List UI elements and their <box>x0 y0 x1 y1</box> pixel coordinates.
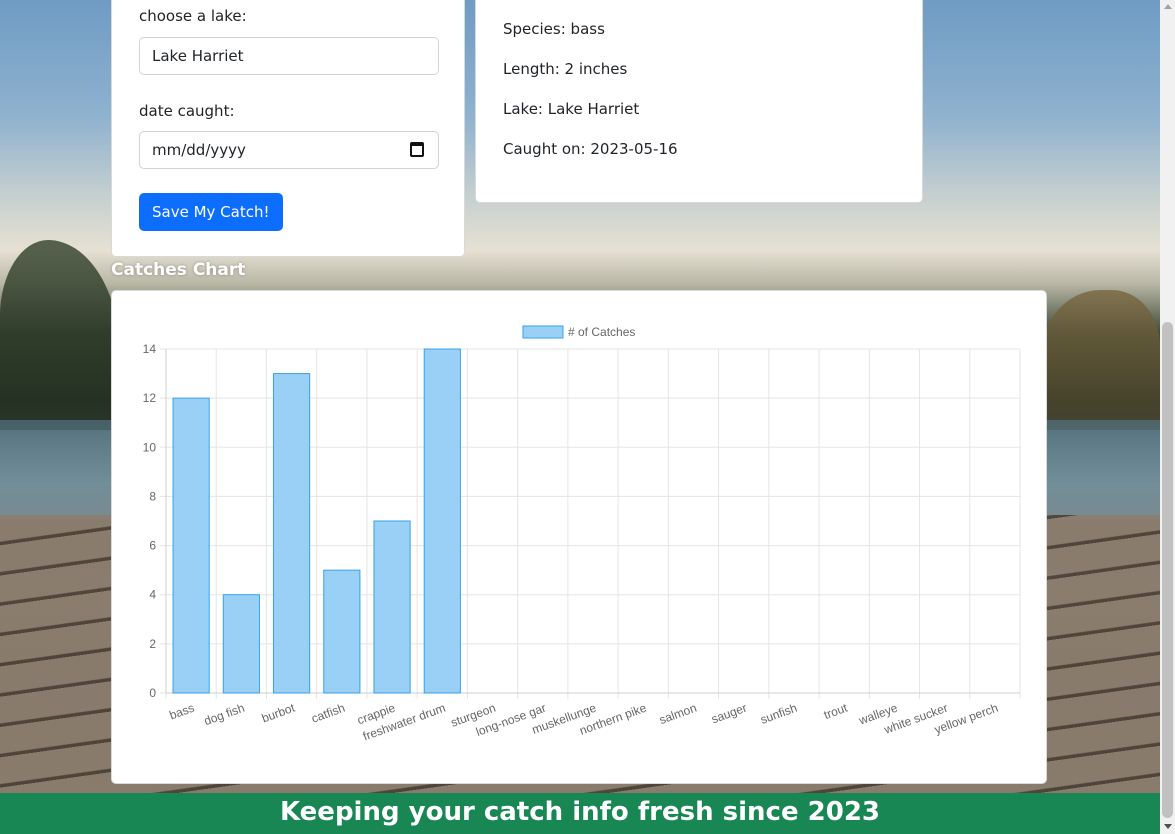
x-tick-label: catfish <box>309 701 346 726</box>
lake-text: Lake: Lake Harriet <box>503 100 640 118</box>
background-trees-right <box>1040 290 1160 430</box>
footer-tagline: Keeping your catch info fresh since 2023 <box>0 793 1160 834</box>
x-tick-label: sauger <box>709 701 748 727</box>
lake-input-value: Lake Harriet <box>152 47 244 65</box>
x-tick-label: trout <box>822 700 850 722</box>
date-input[interactable]: mm/dd/yyyy <box>139 131 439 169</box>
bar <box>373 520 411 694</box>
scroll-down-arrow-icon[interactable] <box>1164 824 1172 829</box>
bar <box>172 397 210 694</box>
chart-heading: Catches Chart <box>111 260 246 280</box>
catch-form-card: choose a lake: Lake Harriet date caught:… <box>111 0 465 257</box>
y-tick-label: 2 <box>149 637 156 651</box>
y-tick-label: 6 <box>149 539 156 553</box>
y-tick-label: 14 <box>143 342 157 356</box>
legend-label: # of Catches <box>568 325 635 339</box>
catches-bar-chart: 02468101214bass dog fish burbot catfish crap… <box>143 325 1021 743</box>
calendar-icon[interactable] <box>410 142 424 157</box>
bar <box>222 594 260 694</box>
catch-info-card: Species: bass Length: 2 inches Lake: Lak… <box>475 0 923 203</box>
legend-swatch <box>522 325 564 339</box>
y-tick-label: 0 <box>149 686 156 700</box>
background-trees-left <box>0 240 120 430</box>
scroll-up-arrow-icon[interactable] <box>1164 4 1172 9</box>
y-tick-label: 8 <box>149 489 156 503</box>
caught-on-text: Caught on: 2023-05-16 <box>503 140 678 158</box>
lake-label: choose a lake: <box>139 7 247 25</box>
bar <box>423 348 461 694</box>
x-tick-label: dog fish <box>202 701 246 729</box>
scrollbar-thumb[interactable] <box>1162 322 1173 818</box>
x-tick-label: salmon <box>657 701 698 727</box>
length-text: Length: 2 inches <box>503 60 628 78</box>
species-text: Species: bass <box>503 20 605 38</box>
date-input-placeholder: mm/dd/yyyy <box>152 141 246 159</box>
chart-card: 0 2 4 6 8 10 12 14 bass dog fish burbot catfish crap… <box>111 290 1047 784</box>
page-scrollbar[interactable] <box>1160 0 1175 834</box>
y-tick-label: 12 <box>143 391 157 405</box>
lake-input[interactable]: Lake Harriet <box>139 37 439 75</box>
x-tick-label: bass <box>168 701 197 723</box>
bar <box>273 373 311 694</box>
bar <box>323 569 361 694</box>
save-catch-button[interactable]: Save My Catch! <box>139 193 283 231</box>
y-tick-label: 10 <box>143 440 157 454</box>
date-label: date caught: <box>139 102 235 120</box>
x-tick-label: burbot <box>260 700 297 725</box>
x-tick-label: sunfish <box>758 701 799 727</box>
y-tick-label: 4 <box>149 588 156 602</box>
